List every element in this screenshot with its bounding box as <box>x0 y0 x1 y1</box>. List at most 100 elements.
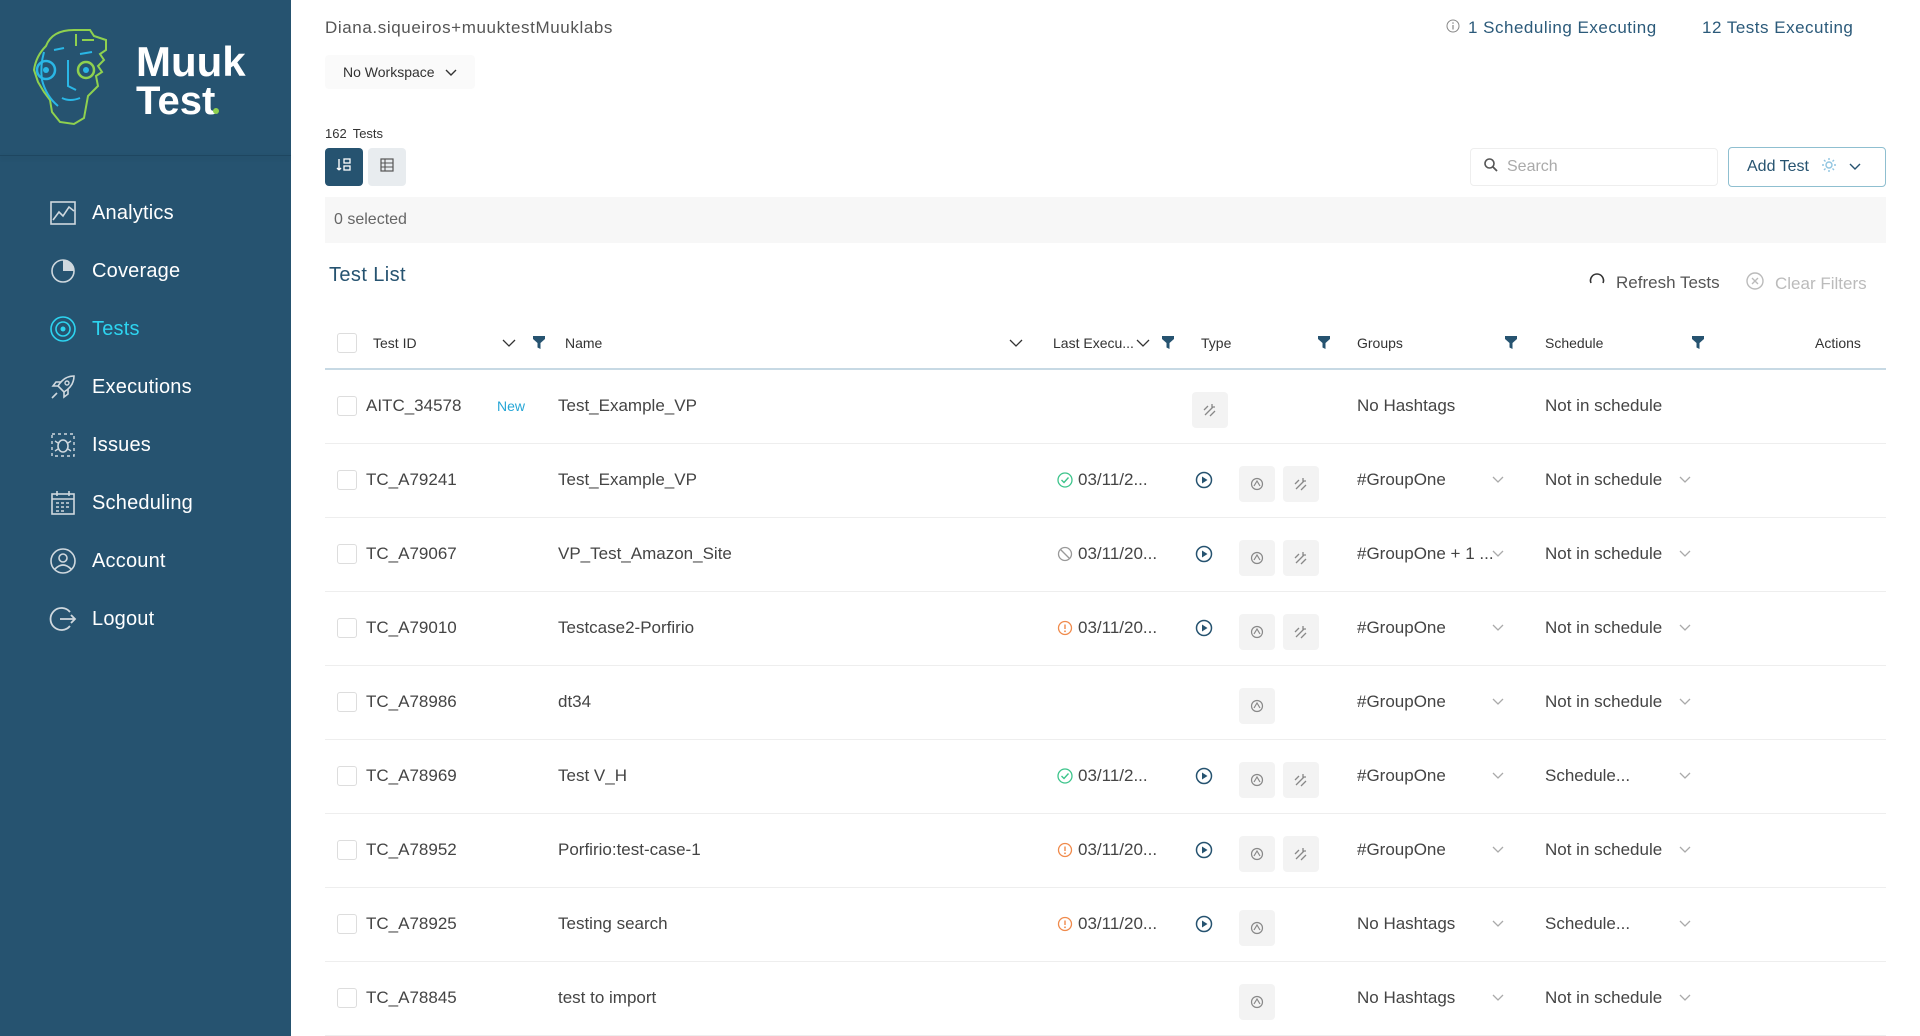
ai-test-type-icon[interactable] <box>1283 466 1319 502</box>
col-schedule[interactable]: Schedule <box>1545 318 1603 368</box>
ai-test-type-icon[interactable] <box>1283 836 1319 872</box>
schedule-dropdown-icon[interactable] <box>1679 888 1691 960</box>
group-dropdown-icon[interactable] <box>1492 666 1504 738</box>
ai-test-type-icon[interactable] <box>1283 762 1319 798</box>
record-test-type-icon[interactable] <box>1239 910 1275 946</box>
test-id: TC_A79010 <box>366 618 457 637</box>
sidebar-item-scheduling[interactable]: Scheduling <box>48 483 193 523</box>
filter-icon[interactable] <box>1318 318 1330 368</box>
row-checkbox[interactable] <box>337 840 357 860</box>
row-checkbox[interactable] <box>337 914 357 934</box>
table-row[interactable]: TC_A78925 Testing search 03/11/20... No … <box>325 888 1886 962</box>
schedule-dropdown-icon[interactable] <box>1679 592 1691 664</box>
table-row[interactable]: TC_A78952 Porfirio:test-case-1 03/11/20.… <box>325 814 1886 888</box>
run-test-icon[interactable] <box>1195 814 1213 886</box>
run-test-icon[interactable] <box>1195 592 1213 664</box>
table-row[interactable]: TC_A79010 Testcase2-Porfirio 03/11/20...… <box>325 592 1886 666</box>
record-test-type-icon[interactable] <box>1239 614 1275 650</box>
clear-filters-button[interactable]: Clear Filters <box>1745 271 1867 296</box>
test-name[interactable]: VP_Test_Amazon_Site <box>558 518 732 590</box>
test-name[interactable]: dt34 <box>558 666 591 738</box>
group-dropdown-icon[interactable] <box>1492 888 1504 960</box>
record-test-type-icon[interactable] <box>1239 540 1275 576</box>
sort-chevron-icon[interactable] <box>1136 318 1150 368</box>
record-test-type-icon[interactable] <box>1239 984 1275 1020</box>
sidebar-item-issues[interactable]: Issues <box>48 425 151 465</box>
test-name[interactable]: Test V_H <box>558 740 627 812</box>
scheduling-status[interactable]: 1 Scheduling Executing <box>1446 18 1657 38</box>
schedule-dropdown-icon[interactable] <box>1679 444 1691 516</box>
card-view-button[interactable] <box>325 148 363 186</box>
test-name[interactable]: test to import <box>558 962 656 1034</box>
table-row[interactable]: TC_A79067 VP_Test_Amazon_Site 03/11/20..… <box>325 518 1886 592</box>
run-test-icon[interactable] <box>1195 740 1213 812</box>
col-name[interactable]: Name <box>565 318 602 368</box>
sidebar-item-account[interactable]: Account <box>48 541 166 581</box>
workspace-label: No Workspace <box>343 64 435 80</box>
row-checkbox[interactable] <box>337 988 357 1008</box>
ai-test-type-icon[interactable] <box>1192 392 1228 428</box>
ai-test-type-icon[interactable] <box>1283 614 1319 650</box>
refresh-tests-button[interactable]: Refresh Tests <box>1588 271 1720 294</box>
ai-test-type-icon[interactable] <box>1283 540 1319 576</box>
tests-count-number: 162 <box>325 126 347 141</box>
run-test-icon[interactable] <box>1195 888 1213 960</box>
sort-chevron-icon[interactable] <box>502 318 516 368</box>
group-dropdown-icon[interactable] <box>1492 814 1504 886</box>
sort-chevron-icon[interactable] <box>1009 318 1023 368</box>
schedule-value: Not in schedule <box>1545 988 1663 1007</box>
schedule-dropdown-icon[interactable] <box>1679 962 1691 1034</box>
table-view-button[interactable] <box>368 148 406 186</box>
group-dropdown-icon[interactable] <box>1492 444 1504 516</box>
row-checkbox[interactable] <box>337 470 357 490</box>
col-groups[interactable]: Groups <box>1357 318 1403 368</box>
table-row[interactable]: TC_A78986 dt34 #GroupOne Not in schedule <box>325 666 1886 740</box>
add-test-button[interactable]: Add Test <box>1728 147 1886 187</box>
row-checkbox[interactable] <box>337 396 357 416</box>
row-checkbox[interactable] <box>337 618 357 638</box>
filter-icon[interactable] <box>1692 318 1704 368</box>
col-last-execution[interactable]: Last Execu... <box>1053 318 1134 368</box>
muuktest-logo[interactable]: Muuk Test <box>24 26 274 130</box>
row-checkbox[interactable] <box>337 544 357 564</box>
group-dropdown-icon[interactable] <box>1492 592 1504 664</box>
sidebar-item-executions[interactable]: Executions <box>48 367 192 407</box>
run-test-icon[interactable] <box>1195 444 1213 516</box>
test-name[interactable]: Porfirio:test-case-1 <box>558 814 701 886</box>
schedule-dropdown-icon[interactable] <box>1679 666 1691 738</box>
record-test-type-icon[interactable] <box>1239 836 1275 872</box>
sidebar-item-logout[interactable]: Logout <box>48 599 154 639</box>
filter-icon[interactable] <box>1162 318 1174 368</box>
record-test-type-icon[interactable] <box>1239 762 1275 798</box>
row-checkbox[interactable] <box>337 766 357 786</box>
table-row[interactable]: TC_A79241 Test_Example_VP 03/11/2... #Gr… <box>325 444 1886 518</box>
filter-icon[interactable] <box>1505 318 1517 368</box>
select-all-checkbox[interactable] <box>337 333 357 353</box>
test-name[interactable]: Test_Example_VP <box>558 444 697 516</box>
group-dropdown-icon[interactable] <box>1492 740 1504 812</box>
search-input[interactable] <box>1507 158 1707 176</box>
schedule-dropdown-icon[interactable] <box>1679 518 1691 590</box>
test-name[interactable]: Testcase2-Porfirio <box>558 592 694 664</box>
record-test-type-icon[interactable] <box>1239 688 1275 724</box>
filter-icon[interactable] <box>533 318 545 368</box>
schedule-dropdown-icon[interactable] <box>1679 814 1691 886</box>
table-row[interactable]: AITC_34578 New Test_Example_VP No Hashta… <box>325 370 1886 444</box>
workspace-dropdown[interactable]: No Workspace <box>325 55 475 89</box>
table-row[interactable]: TC_A78969 Test V_H 03/11/2... #GroupOne … <box>325 740 1886 814</box>
record-test-type-icon[interactable] <box>1239 466 1275 502</box>
tests-executing-status[interactable]: 12 Tests Executing <box>1702 18 1853 38</box>
sidebar-item-analytics[interactable]: Analytics <box>48 193 174 233</box>
col-test-id[interactable]: Test ID <box>373 318 417 368</box>
schedule-dropdown-icon[interactable] <box>1679 740 1691 812</box>
col-type[interactable]: Type <box>1201 318 1231 368</box>
row-checkbox[interactable] <box>337 692 357 712</box>
group-dropdown-icon[interactable] <box>1492 518 1504 590</box>
table-row[interactable]: TC_A78845 test to import No Hashtags Not… <box>325 962 1886 1036</box>
sidebar-item-tests[interactable]: Tests <box>48 309 140 349</box>
test-name[interactable]: Testing search <box>558 888 668 960</box>
group-dropdown-icon[interactable] <box>1492 962 1504 1034</box>
test-name[interactable]: Test_Example_VP <box>558 370 697 442</box>
sidebar-item-coverage[interactable]: Coverage <box>48 251 180 291</box>
run-test-icon[interactable] <box>1195 518 1213 590</box>
